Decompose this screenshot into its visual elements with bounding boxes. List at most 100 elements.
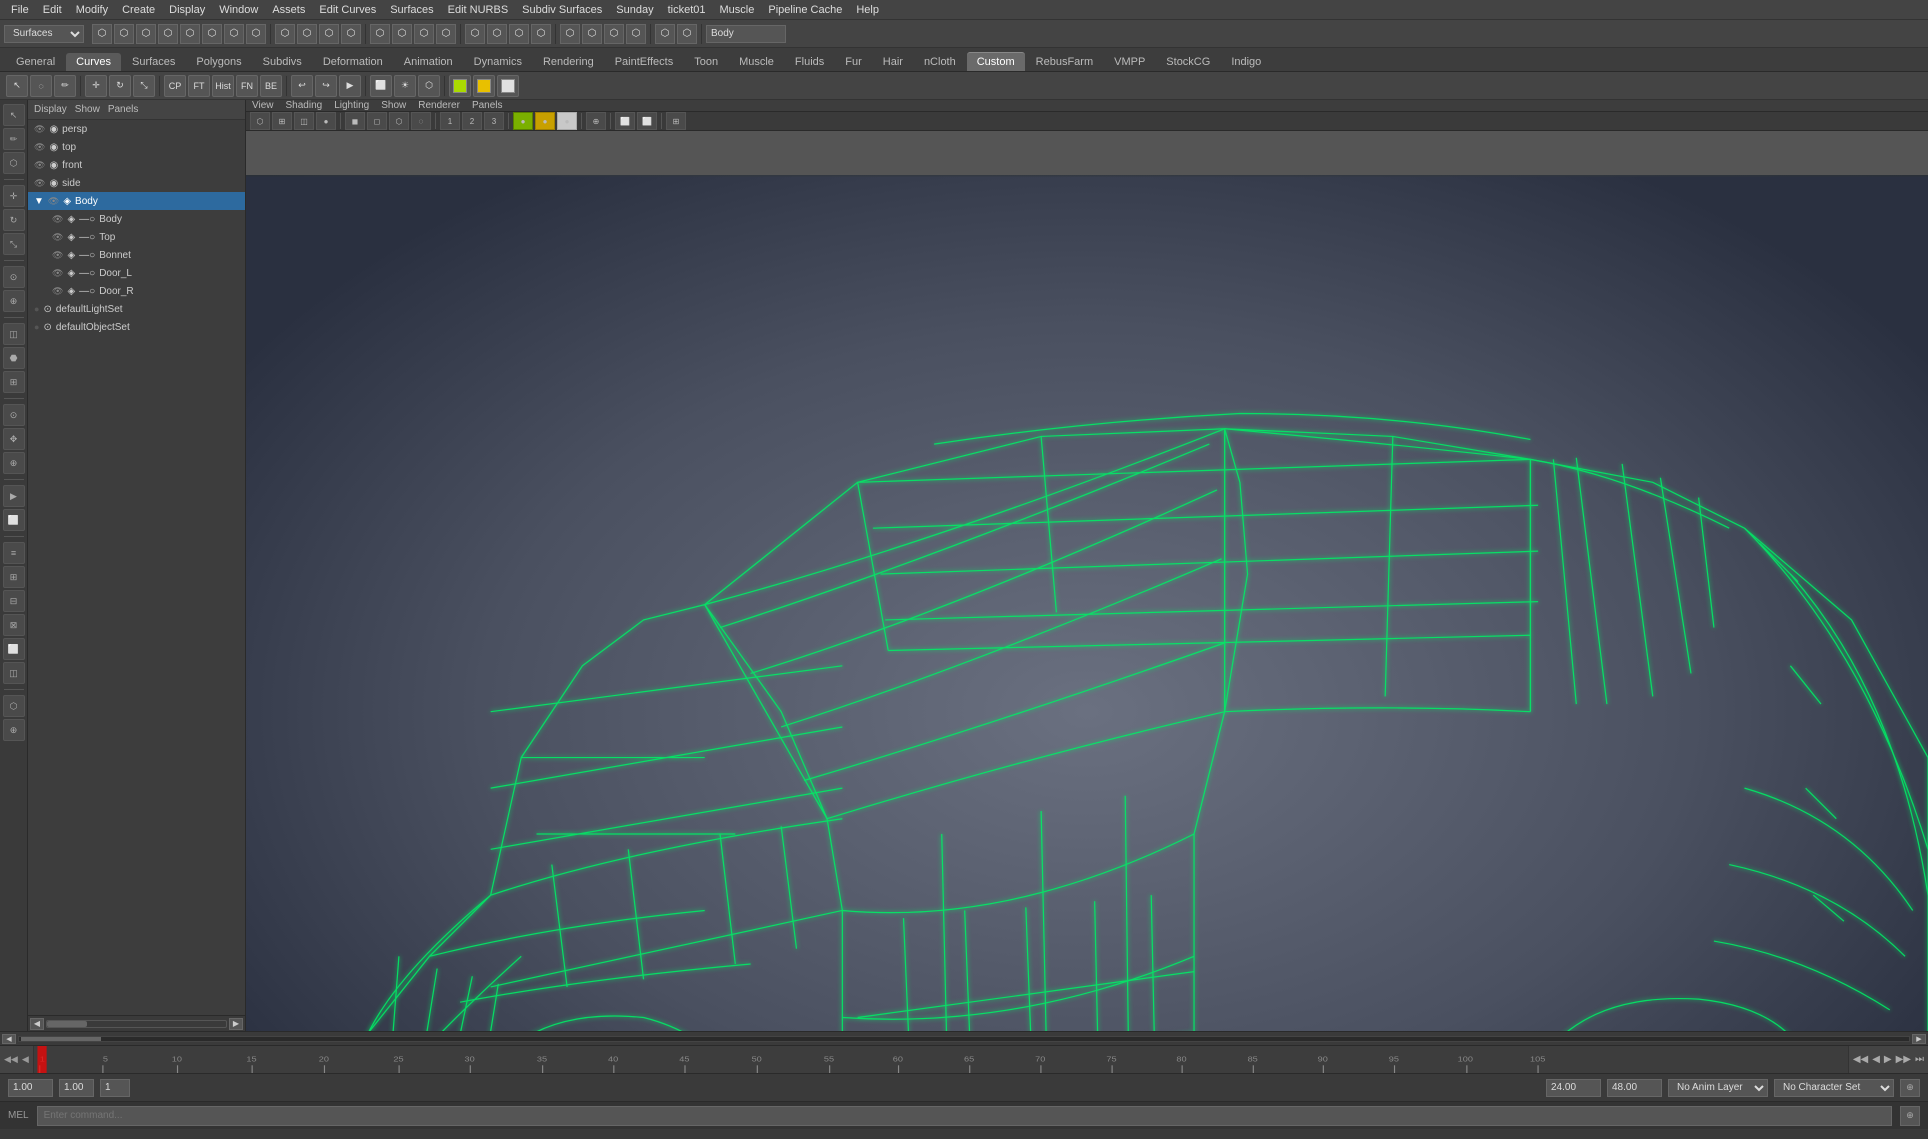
vp-btn-grid[interactable]: ⊞	[272, 112, 292, 130]
vp-btn-shade1[interactable]: ◼	[345, 112, 365, 130]
menu-help[interactable]: Help	[849, 2, 886, 18]
toolbar-btn-16[interactable]: ⬡	[436, 24, 456, 44]
menu-edit-nurbs[interactable]: Edit NURBS	[441, 2, 516, 18]
paint-select-btn[interactable]: ✏	[3, 128, 25, 150]
toolbar-btn-20[interactable]: ⬡	[531, 24, 551, 44]
tl-play-back-btn[interactable]: ◀◀	[1853, 1054, 1868, 1065]
toolbar-btn-6[interactable]: ⬡	[202, 24, 222, 44]
layer5-btn[interactable]: ⬜	[3, 638, 25, 660]
vp-menu-panels[interactable]: Panels	[472, 100, 503, 111]
scroll-right-btn[interactable]: ▶	[229, 1018, 243, 1030]
menu-file[interactable]: File	[4, 2, 36, 18]
vp-color-green[interactable]: ●	[513, 112, 533, 130]
current-frame-input[interactable]	[59, 1079, 94, 1097]
tl-step-fwd-btn[interactable]: ⏭	[1915, 1054, 1924, 1065]
misc1-btn[interactable]: ⬡	[3, 695, 25, 717]
outliner-item-body[interactable]: 👁 ◈ —○ Body	[28, 210, 245, 228]
select-tool-btn[interactable]: ↖	[6, 75, 28, 97]
vp-menu-renderer[interactable]: Renderer	[418, 100, 460, 111]
tab-general[interactable]: General	[6, 53, 65, 71]
menu-sunday[interactable]: Sunday	[609, 2, 660, 18]
tab-custom[interactable]: Custom	[967, 52, 1025, 71]
scroll-thumb[interactable]	[47, 1021, 87, 1027]
tab-toon[interactable]: Toon	[684, 53, 728, 71]
render-btn[interactable]: ▶	[3, 485, 25, 507]
rotate-tool-btn[interactable]: ↻	[109, 75, 131, 97]
scroll-left-btn[interactable]: ◀	[30, 1018, 44, 1030]
menu-window[interactable]: Window	[212, 2, 265, 18]
vp-menu-shading[interactable]: Shading	[286, 100, 323, 111]
vp-btn-layout1[interactable]: ⬜	[615, 112, 635, 130]
outliner-scroll[interactable]: 👁 ◉ persp 👁 ◉ top 👁 ◉ front	[28, 120, 245, 1015]
tl-play-fwd-btn[interactable]: ▶▶	[1896, 1054, 1911, 1065]
tab-painteffects[interactable]: PaintEffects	[605, 53, 684, 71]
sculpt-btn[interactable]: ⬡	[3, 152, 25, 174]
move-btn[interactable]: ✛	[3, 185, 25, 207]
outliner-item-top[interactable]: 👁 ◉ top	[28, 138, 245, 156]
tab-rebusfarm[interactable]: RebusFarm	[1026, 53, 1103, 71]
toolbar-btn-18[interactable]: ⬡	[487, 24, 507, 44]
toolbar-btn-1[interactable]: ⬡	[92, 24, 112, 44]
menu-modify[interactable]: Modify	[69, 2, 115, 18]
status-btn1[interactable]: ⊕	[1900, 1079, 1920, 1097]
camera-btn[interactable]: ⬜	[370, 75, 392, 97]
misc2-btn[interactable]: ⊕	[3, 719, 25, 741]
scale-tool-btn[interactable]: ⤡	[133, 75, 155, 97]
frame-field-input[interactable]	[100, 1079, 130, 1097]
toolbar-btn-3[interactable]: ⬡	[136, 24, 156, 44]
vp-btn-select-all[interactable]: ⊕	[586, 112, 606, 130]
layer4-btn[interactable]: ⊠	[3, 614, 25, 636]
tab-surfaces[interactable]: Surfaces	[122, 53, 185, 71]
outliner-item-bonnet[interactable]: 👁 ◈ —○ Bonnet	[28, 246, 245, 264]
outliner-tab-panels[interactable]: Panels	[108, 104, 139, 115]
toolbar-btn-15[interactable]: ⬡	[414, 24, 434, 44]
viewport[interactable]: View Shading Lighting Show Renderer Pane…	[246, 100, 1928, 1031]
light-btn[interactable]: ☀	[394, 75, 416, 97]
toolbar-btn-snap3[interactable]: ⬡	[604, 24, 624, 44]
outliner-item-object-set[interactable]: ● ⊙ defaultObjectSet	[28, 318, 245, 336]
outliner-item-door-l[interactable]: 👁 ◈ —○ Door_L	[28, 264, 245, 282]
tab-fluids[interactable]: Fluids	[785, 53, 834, 71]
vp-btn-cameras[interactable]: ⬡	[250, 112, 270, 130]
tl-scroll-left[interactable]: ◀	[2, 1034, 16, 1044]
viewport-canvas[interactable]: X Y Z XYZ Panners: persp	[246, 175, 1928, 1031]
tab-rendering[interactable]: Rendering	[533, 53, 604, 71]
menu-ticket01[interactable]: ticket01	[661, 2, 713, 18]
scale-btn[interactable]: ⤡	[3, 233, 25, 255]
tl-step-back-btn[interactable]: ◀	[1872, 1054, 1880, 1065]
tl-play-btn[interactable]: ▶	[1884, 1054, 1892, 1065]
tab-animation[interactable]: Animation	[394, 53, 463, 71]
render-icon-btn[interactable]: ▶	[339, 75, 361, 97]
vp-btn-hud[interactable]: ⊞	[666, 112, 686, 130]
menu-subdiv-surfaces[interactable]: Subdiv Surfaces	[515, 2, 609, 18]
vp-btn-wireframe[interactable]: ◫	[294, 112, 314, 130]
cp-btn[interactable]: CP	[164, 75, 186, 97]
toolbar-btn-11[interactable]: ⬡	[319, 24, 339, 44]
layer6-btn[interactable]: ◫	[3, 662, 25, 684]
tab-stockcg[interactable]: StockCG	[1156, 53, 1220, 71]
tab-deformation[interactable]: Deformation	[313, 53, 393, 71]
object-name-input[interactable]	[706, 25, 786, 43]
tab-indigo[interactable]: Indigo	[1221, 53, 1271, 71]
redo-btn[interactable]: ↪	[315, 75, 337, 97]
menu-pipeline-cache[interactable]: Pipeline Cache	[761, 2, 849, 18]
swatch-btn-white[interactable]	[497, 75, 519, 97]
vp-btn-mode2[interactable]: 2	[462, 112, 482, 130]
toolbar-btn-snap2[interactable]: ⬡	[582, 24, 602, 44]
wireframe-btn[interactable]: ⬡	[418, 75, 440, 97]
camera-pan-btn[interactable]: ✥	[3, 428, 25, 450]
toolbar-btn-4[interactable]: ⬡	[158, 24, 178, 44]
menu-surfaces[interactable]: Surfaces	[383, 2, 440, 18]
fn-btn[interactable]: FN	[236, 75, 258, 97]
tab-hair[interactable]: Hair	[873, 53, 913, 71]
tl-scroll-right[interactable]: ▶	[1912, 1034, 1926, 1044]
tab-polygons[interactable]: Polygons	[186, 53, 251, 71]
tab-fur[interactable]: Fur	[835, 53, 872, 71]
vp-btn-wire-on-shade[interactable]: ⬡	[389, 112, 409, 130]
range-end-input[interactable]	[1546, 1079, 1601, 1097]
toolbar-btn-13[interactable]: ⬡	[370, 24, 390, 44]
layer2-btn[interactable]: ⊞	[3, 566, 25, 588]
toolbar-btn-17[interactable]: ⬡	[465, 24, 485, 44]
camera-zoom-btn[interactable]: ⊕	[3, 452, 25, 474]
vp-btn-xray[interactable]: ◌	[411, 112, 431, 130]
